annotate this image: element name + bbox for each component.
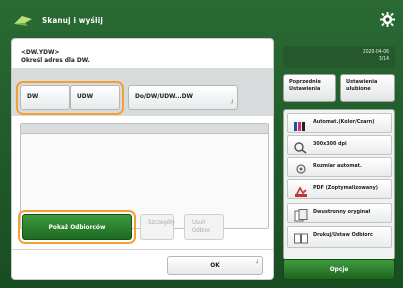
recent-settings-label: Poprzednie Ustawienia xyxy=(289,79,321,92)
status-line-2: 3/14 xyxy=(378,56,389,62)
double-page-item[interactable]: Drukuj/Ustaw Odbiorc xyxy=(287,226,392,248)
duplex-item[interactable]: Dwustronny oryginał xyxy=(287,203,392,223)
resolution-icon xyxy=(294,142,307,154)
divider xyxy=(12,249,273,250)
recent-settings-tab[interactable]: Poprzednie Ustawienia xyxy=(283,74,336,102)
list-header-row xyxy=(21,124,268,134)
color-mode-item[interactable]: Automat.(Kolor/Czarn) xyxy=(287,113,392,133)
details-label: Szczegóły xyxy=(148,219,175,226)
pdf-icon xyxy=(295,186,307,197)
ok-label: OK xyxy=(210,261,220,269)
options-label: Opcje xyxy=(329,265,349,273)
status-info: 2020-04-06 3/14 xyxy=(283,46,395,68)
ok-button[interactable]: OK ┘ xyxy=(167,256,263,275)
details-button[interactable]: Szczegóły xyxy=(140,214,175,240)
settings-list: Automat.(Kolor/Czarn) 300x300 dpi Rozmia… xyxy=(283,109,395,260)
favorite-settings-tab[interactable]: Ustawienia ulubione xyxy=(340,74,395,102)
duplex-icon xyxy=(294,209,308,222)
favorite-settings-label: Ustawienia ulubione xyxy=(346,79,378,92)
cc-bcc-dialog: <DW.YDW> Określ adres dla DW. DW UDW Do/… xyxy=(11,38,274,280)
color-mode-label: Automat.(Kolor/Czarn) xyxy=(313,119,375,125)
scan-size-icon xyxy=(296,164,306,174)
dialog-title: <DW.YDW> Określ adres dla DW. xyxy=(21,48,90,64)
double-page-label: Drukuj/Ustaw Odbiorc xyxy=(313,232,373,238)
device-screen: Skanuj i wyślij <DW.YDW> Określ adres dl… xyxy=(0,0,403,288)
dialog-heading: <DW.YDW> xyxy=(21,48,60,56)
scan-size-item[interactable]: Rozmiar automat. xyxy=(287,157,392,177)
scan-size-label: Rozmiar automat. xyxy=(313,163,362,169)
remove-recipient-button[interactable]: Usuń Odbior. xyxy=(184,214,224,240)
do-dw-udw-button[interactable]: Do/DW/UDW...DW ┘ xyxy=(128,85,238,110)
double-page-icon xyxy=(294,233,308,244)
corner-arrow-icon: ┘ xyxy=(230,100,234,107)
app-title: Skanuj i wyślij xyxy=(42,16,104,25)
address-book-highlight xyxy=(18,210,136,244)
corner-arrow-icon: ┘ xyxy=(255,260,259,267)
color-mode-icon xyxy=(294,122,305,131)
scan-send-icon xyxy=(14,16,32,26)
file-format-label: PDF (Zoptymalizowany) xyxy=(313,185,378,191)
dialog-subtitle: Określ adres dla DW. xyxy=(21,56,90,64)
do-dw-udw-label: Do/DW/UDW...DW xyxy=(135,92,193,100)
resolution-label: 300x300 dpi xyxy=(313,141,347,147)
resolution-item[interactable]: 300x300 dpi xyxy=(287,135,392,155)
status-line-1: 2020-04-06 xyxy=(362,49,389,55)
file-format-item[interactable]: PDF (Zoptymalizowany) xyxy=(287,179,392,199)
duplex-label: Dwustronny oryginał xyxy=(313,209,371,215)
gear-icon[interactable] xyxy=(380,12,395,27)
remove-recipient-label: Usuń Odbior. xyxy=(192,219,212,234)
dw-udw-highlight xyxy=(16,81,124,115)
options-button[interactable]: Opcje xyxy=(283,259,395,280)
